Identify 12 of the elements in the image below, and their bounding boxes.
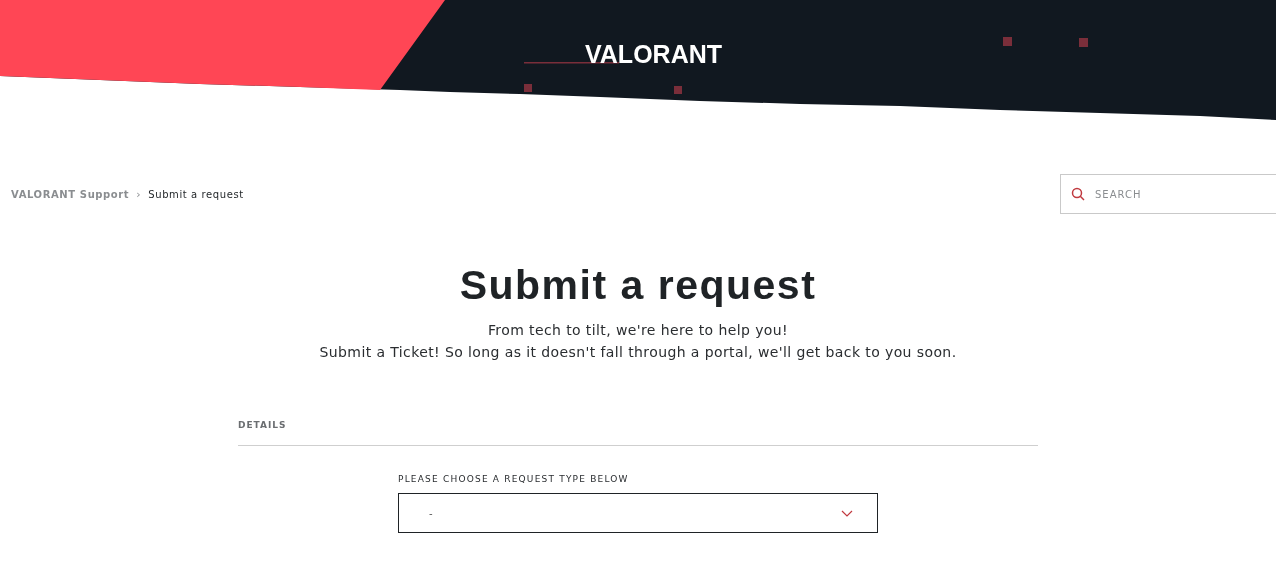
logo[interactable]: VALORANT (585, 40, 723, 68)
section-heading: DETAILS (238, 420, 287, 430)
breadcrumb-separator: › (136, 187, 142, 201)
subtitle-text: From tech to tilt, we're here to help you! (487, 321, 789, 340)
request-type-select[interactable]: - (398, 493, 878, 533)
chevron-down-icon (841, 509, 853, 517)
subtitle-text: Submit a Ticket! So long as it doesn't fall through a portal, we'll get back to you soon. (319, 343, 957, 362)
breadcrumb-link[interactable]: Submit a request (148, 188, 244, 200)
field-label: PLEASE CHOOSE A REQUEST TYPE BELOW (398, 474, 630, 484)
search-field[interactable]: SEARCH (1060, 174, 1276, 214)
page-title: Submit a request (459, 261, 817, 309)
search-icon (1071, 187, 1085, 201)
